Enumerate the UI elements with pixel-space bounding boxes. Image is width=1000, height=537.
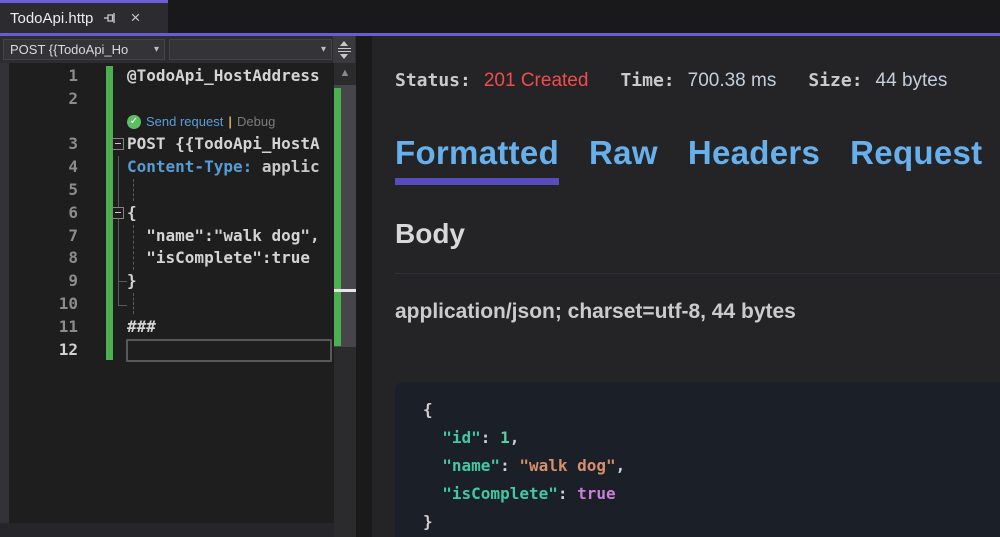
code-text-request-line[interactable]: POST {{TodoApi_HostA xyxy=(127,133,320,156)
debug-link[interactable]: Debug xyxy=(237,114,275,129)
line-number: 5 xyxy=(0,179,78,202)
send-request-link[interactable]: Send request xyxy=(146,114,223,129)
line-number-active: 12 xyxy=(0,339,78,362)
scroll-up-arrow-icon[interactable]: ▲ xyxy=(334,67,356,79)
codelens-separator: | xyxy=(228,114,232,129)
tab-formatted[interactable]: Formatted xyxy=(395,134,559,185)
split-line-icon xyxy=(338,48,351,49)
tab-todoapi-http[interactable]: TodoApi.http × xyxy=(0,0,168,33)
editor-line-9: 9 } xyxy=(0,270,334,293)
response-tabs: Formatted Raw Headers Request xyxy=(395,134,982,185)
status-value: 201 Created xyxy=(484,70,589,92)
tab-headers[interactable]: Headers xyxy=(688,134,820,185)
scrollbar-caret-marker xyxy=(334,289,356,292)
json-line-id: "id": 1, xyxy=(423,424,1000,452)
code-text-variable[interactable]: @TodoApi_HostAddress xyxy=(127,65,320,88)
line-number: 10 xyxy=(0,293,78,316)
editor-line-3: 3 POST {{TodoApi_HostA xyxy=(0,133,334,156)
editor-line-5: 5 xyxy=(0,179,334,202)
line-number: 6 xyxy=(0,202,78,225)
http-editor-pane: POST {{TodoApi_Ho ▾ ▾ xyxy=(0,36,356,537)
header-colon: : xyxy=(243,157,253,176)
section-divider xyxy=(395,273,1000,274)
json-line-iscomplete: "isComplete": true xyxy=(423,480,1000,508)
editor-line-1: 1 @TodoApi_HostAddress xyxy=(0,65,334,88)
editor-line-6: 6 { xyxy=(0,202,334,225)
chevron-down-icon: ▾ xyxy=(154,44,159,55)
body-section-heading: Body xyxy=(395,218,465,250)
split-line-icon xyxy=(338,51,351,52)
document-tab-bar: TodoApi.http × xyxy=(0,0,1000,33)
http-editor-toolbar: POST {{TodoApi_Ho ▾ ▾ xyxy=(0,36,356,63)
collapse-toggle-line6[interactable] xyxy=(112,207,124,219)
line-number: 11 xyxy=(0,316,78,339)
line-number: 3 xyxy=(0,133,78,156)
pane-divider[interactable] xyxy=(356,36,372,537)
code-text-delimiter[interactable]: ### xyxy=(127,316,156,339)
line-number: 2 xyxy=(0,88,78,111)
editor-line-8: 8 "isComplete":true xyxy=(0,247,334,270)
environment-selector-dropdown[interactable]: ▾ xyxy=(169,39,332,60)
scrollbar-change-map xyxy=(334,88,341,346)
header-value: applic xyxy=(252,157,319,176)
json-line-open: { xyxy=(423,396,1000,424)
json-line-close: } xyxy=(423,508,1000,536)
content-type-summary: application/json; charset=utf-8, 44 byte… xyxy=(395,300,796,324)
code-editor[interactable]: 1 @TodoApi_HostAddress 2 ✓ Send request … xyxy=(0,63,356,537)
line-number: 4 xyxy=(0,156,78,179)
response-status-row: Status: 201 Created Time: 700.38 ms Size… xyxy=(395,70,979,92)
collapse-toggle-line3[interactable] xyxy=(112,138,124,150)
size-label: Size: xyxy=(808,70,862,91)
codelens-row: ✓ Send request | Debug xyxy=(0,111,334,134)
response-pane: Status: 201 Created Time: 700.38 ms Size… xyxy=(372,36,1000,537)
tab-raw[interactable]: Raw xyxy=(589,134,658,185)
code-text-header[interactable]: Content-Type: applic xyxy=(127,156,320,179)
editor-line-4: 4 Content-Type: applic xyxy=(0,156,334,179)
response-body-json-box: { "id": 1, "name": "walk dog", "isComple… xyxy=(395,382,1000,537)
code-lines: 1 @TodoApi_HostAddress 2 ✓ Send request … xyxy=(0,65,334,361)
line-number: 8 xyxy=(0,247,78,270)
time-value: 700.38 ms xyxy=(688,70,777,92)
json-line-name: "name": "walk dog", xyxy=(423,452,1000,480)
pin-icon[interactable] xyxy=(102,10,118,26)
split-arrow-down-icon xyxy=(340,54,348,59)
close-icon[interactable]: × xyxy=(127,10,143,26)
send-request-check-icon: ✓ xyxy=(127,115,141,129)
editor-line-11: 11 ### xyxy=(0,316,334,339)
line-number: 7 xyxy=(0,225,78,248)
visual-studio-window: TodoApi.http × POST {{TodoApi_Ho ▾ ▾ xyxy=(0,0,1000,537)
code-text-json-name[interactable]: "name":"walk dog", xyxy=(127,225,320,248)
split-view-button[interactable] xyxy=(333,36,355,63)
request-selector-dropdown[interactable]: POST {{TodoApi_Ho ▾ xyxy=(3,39,165,60)
current-line-highlight xyxy=(126,339,332,362)
line-number: 1 xyxy=(0,65,78,88)
request-selector-value: POST {{TodoApi_Ho xyxy=(10,42,128,57)
editor-line-10: 10 xyxy=(0,293,334,316)
tab-request[interactable]: Request xyxy=(850,134,982,185)
editor-line-7: 7 "name":"walk dog", xyxy=(0,225,334,248)
chevron-down-icon: ▾ xyxy=(321,44,326,55)
tab-title: TodoApi.http xyxy=(10,10,93,27)
size-value: 44 bytes xyxy=(876,70,948,92)
header-name: Content-Type xyxy=(127,157,243,176)
status-label: Status: xyxy=(395,70,471,91)
line-number: 9 xyxy=(0,270,78,293)
time-label: Time: xyxy=(620,70,674,91)
editor-line-2: 2 xyxy=(0,88,334,111)
editor-horizontal-scrollbar[interactable] xyxy=(0,523,334,537)
editor-vertical-scrollbar[interactable]: ▲ xyxy=(334,63,356,537)
code-text-json-open[interactable]: { xyxy=(127,202,137,225)
code-text-json-iscomplete[interactable]: "isComplete":true xyxy=(127,247,310,270)
code-text-json-close[interactable]: } xyxy=(127,270,137,293)
split-arrow-up-icon xyxy=(340,41,348,46)
